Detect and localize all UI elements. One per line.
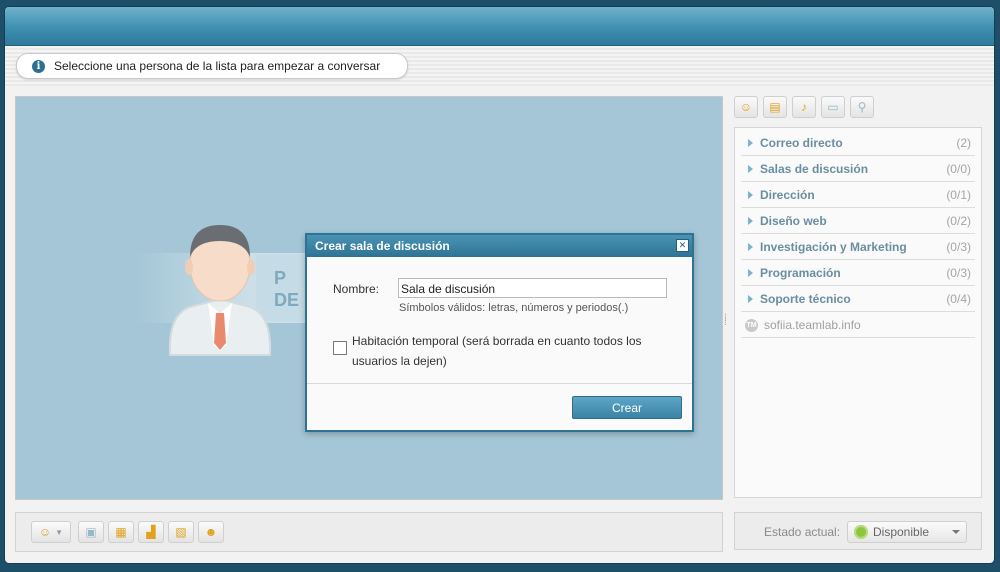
panel-splitter-handle[interactable]: ⁞ ⁞ xyxy=(724,314,730,333)
info-message: i Seleccione una persona de la lista par… xyxy=(16,53,408,79)
name-label: Nombre: xyxy=(333,282,380,296)
group-count: (0/2) xyxy=(946,214,971,228)
users-icon: ☻ xyxy=(204,525,218,539)
expand-arrow-icon xyxy=(748,295,753,303)
contacts-panel: ☺ ▤ ♪ ▭ ⚲ Correo directo (2) Salas de di… xyxy=(734,96,983,498)
group-count: (0/3) xyxy=(946,266,971,280)
info-text: Seleccione una persona de la lista para … xyxy=(54,59,381,73)
contact-list: Correo directo (2) Salas de discusión (0… xyxy=(734,127,982,498)
add-contact-button[interactable]: ☺ xyxy=(734,96,758,118)
message-toolbar: ☺ ▼ ▣ ▦ ▟ ▧ ☻ xyxy=(15,512,723,552)
save-history-button[interactable]: ▣ xyxy=(78,521,104,543)
temporary-room-label: Habitación temporal (será borrada en cua… xyxy=(352,334,642,368)
expand-arrow-icon xyxy=(748,217,753,225)
chevron-down-icon xyxy=(952,530,960,534)
expand-arrow-icon xyxy=(748,191,753,199)
search-button[interactable]: ⚲ xyxy=(850,96,874,118)
status-area: Estado actual: Disponible xyxy=(734,512,982,550)
dialog-divider xyxy=(307,383,692,384)
expand-arrow-icon xyxy=(748,243,753,251)
user-icon: ☺ xyxy=(739,100,753,114)
list-icon: ▤ xyxy=(769,100,781,114)
emoticon-button[interactable]: ☺ ▼ xyxy=(31,521,71,543)
name-hint: Símbolos válidos: letras, números y peri… xyxy=(399,302,629,314)
close-icon[interactable]: ✕ xyxy=(676,239,689,252)
temporary-room-checkbox[interactable] xyxy=(333,341,347,355)
contact-group-diseno-web[interactable]: Diseño web (0/2) xyxy=(741,209,975,234)
chat-room-button[interactable]: ▭ xyxy=(821,96,845,118)
calendar-icon: ▦ xyxy=(115,525,127,539)
create-button[interactable]: Crear xyxy=(572,396,682,419)
expand-arrow-icon xyxy=(748,139,753,147)
contact-group-investigacion[interactable]: Investigación y Marketing (0/3) xyxy=(741,235,975,260)
contacts-toolbar: ☺ ▤ ♪ ▭ ⚲ xyxy=(734,96,879,120)
floppy-icon: ▣ xyxy=(85,525,97,539)
invite-button[interactable]: ▧ xyxy=(168,521,194,543)
group-name: Salas de discusión xyxy=(760,162,869,176)
info-icon: i xyxy=(32,59,45,73)
available-status-icon xyxy=(854,525,868,539)
contact-group-programacion[interactable]: Programación (0/3) xyxy=(741,261,975,286)
expand-arrow-icon xyxy=(748,269,753,277)
group-count: (0/3) xyxy=(946,240,971,254)
status-select[interactable]: Disponible xyxy=(847,521,967,543)
group-name: Correo directo xyxy=(760,136,843,150)
title-bar xyxy=(5,7,994,46)
dialog-title: Crear sala de discusión xyxy=(315,239,450,253)
bell-icon: ♪ xyxy=(801,100,807,114)
group-count: (0/0) xyxy=(946,162,971,176)
search-icon: ⚲ xyxy=(857,100,867,114)
chevron-down-icon: ▼ xyxy=(55,527,64,537)
expand-arrow-icon xyxy=(748,165,753,173)
chat-icon: ▧ xyxy=(175,525,187,539)
group-name: Dirección xyxy=(760,188,815,202)
server-name: sofiia.teamlab.info xyxy=(764,318,861,332)
server-item[interactable]: TM sofiia.teamlab.info xyxy=(741,313,975,338)
create-room-dialog: Crear sala de discusión ✕ Nombre: Símbol… xyxy=(305,233,694,432)
speech-bubble-icon: ▭ xyxy=(827,100,839,114)
info-strip: i Seleccione una persona de la lista par… xyxy=(5,46,994,86)
group-list-button[interactable]: ▤ xyxy=(763,96,787,118)
group-name: Diseño web xyxy=(760,214,827,228)
room-name-input[interactable] xyxy=(398,278,667,298)
status-label: Estado actual: xyxy=(764,525,841,539)
send-file-button[interactable]: ▟ xyxy=(138,521,164,543)
group-count: (0/4) xyxy=(946,292,971,306)
contact-group-salas[interactable]: Salas de discusión (0/0) xyxy=(741,157,975,182)
participants-button[interactable]: ☻ xyxy=(198,521,224,543)
server-icon: TM xyxy=(745,318,758,332)
group-count: (0/1) xyxy=(946,188,971,202)
user-avatar-icon xyxy=(168,225,272,356)
smiley-icon: ☺ xyxy=(38,525,52,539)
contact-group-soporte[interactable]: Soporte técnico (0/4) xyxy=(741,287,975,312)
contact-group-direccion[interactable]: Dirección (0/1) xyxy=(741,183,975,208)
status-value: Disponible xyxy=(873,525,930,539)
group-name: Investigación y Marketing xyxy=(760,240,907,254)
contact-group-correo-directo[interactable]: Correo directo (2) xyxy=(741,131,975,156)
group-name: Programación xyxy=(760,266,841,280)
group-name: Soporte técnico xyxy=(760,292,851,306)
group-count: (2) xyxy=(956,136,971,150)
history-button[interactable]: ▦ xyxy=(108,521,134,543)
dialog-title-bar: Crear sala de discusión ✕ xyxy=(307,235,692,257)
file-icon: ▟ xyxy=(146,525,156,539)
notifications-button[interactable]: ♪ xyxy=(792,96,816,118)
